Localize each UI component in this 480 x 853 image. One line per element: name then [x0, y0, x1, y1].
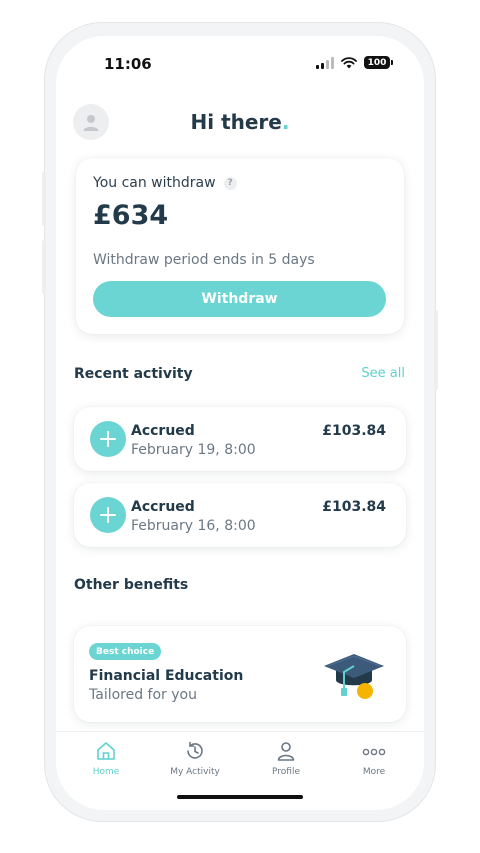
status-bar: 11:06 100: [56, 36, 424, 92]
activity-title: Accrued: [131, 423, 195, 439]
tab-more[interactable]: More: [328, 732, 420, 782]
home-indicator: [177, 795, 303, 799]
greeting-text: Hi there: [190, 110, 282, 134]
phone-screen: 11:06 100 Hi there. You can withdraw ? £…: [56, 36, 424, 810]
graduation-cap-icon: [324, 654, 384, 699]
withdraw-card: You can withdraw ? £634 Withdraw period …: [76, 158, 404, 334]
activity-amount: £103.84: [322, 423, 386, 439]
wifi-icon: [341, 56, 357, 68]
status-icons: 100: [316, 56, 393, 69]
tab-profile[interactable]: Profile: [240, 732, 332, 782]
phone-side-button: [42, 240, 46, 294]
page-title: Hi there.: [56, 110, 424, 134]
tab-label: Profile: [272, 767, 300, 777]
phone-side-button: [434, 310, 438, 390]
tab-label: My Activity: [170, 767, 220, 777]
activity-item[interactable]: Accrued February 16, 8:00 £103.84: [74, 483, 406, 547]
see-all-link[interactable]: See all: [361, 366, 405, 381]
battery-icon: 100: [364, 56, 393, 69]
benefit-subtitle: Tailored for you: [89, 687, 197, 703]
withdraw-period-text: Withdraw period ends in 5 days: [93, 252, 315, 268]
tab-my-activity[interactable]: My Activity: [149, 732, 241, 782]
withdraw-button[interactable]: Withdraw: [93, 281, 386, 317]
benefit-card[interactable]: Best choice Financial Education Tailored…: [74, 626, 406, 722]
withdraw-label: You can withdraw: [93, 175, 216, 191]
tab-home[interactable]: Home: [60, 732, 152, 782]
history-icon: [187, 741, 203, 759]
greeting-dot: .: [281, 110, 290, 134]
cellular-signal-icon: [316, 56, 334, 69]
activity-amount: £103.84: [322, 499, 386, 515]
activity-title: Accrued: [131, 499, 195, 515]
person-icon: [277, 742, 295, 761]
tab-label: Home: [92, 767, 120, 777]
withdraw-amount: £634: [93, 200, 169, 231]
benefit-title: Financial Education: [89, 668, 244, 684]
recent-activity-title: Recent activity: [74, 366, 193, 382]
help-icon[interactable]: ?: [223, 176, 237, 190]
tab-label: More: [362, 767, 386, 777]
phone-side-button: [42, 172, 46, 226]
status-time: 11:06: [104, 55, 152, 73]
activity-date: February 16, 8:00: [131, 518, 256, 534]
other-benefits-title: Other benefits: [74, 577, 189, 593]
plus-icon: [90, 421, 126, 457]
best-choice-badge: Best choice: [89, 643, 162, 660]
activity-item[interactable]: Accrued February 19, 8:00 £103.84: [74, 407, 406, 471]
activity-date: February 19, 8:00: [131, 442, 256, 458]
plus-icon: [90, 497, 126, 533]
home-icon: [97, 742, 115, 760]
withdraw-label-row: You can withdraw ?: [93, 175, 237, 191]
more-icon: [362, 748, 386, 756]
